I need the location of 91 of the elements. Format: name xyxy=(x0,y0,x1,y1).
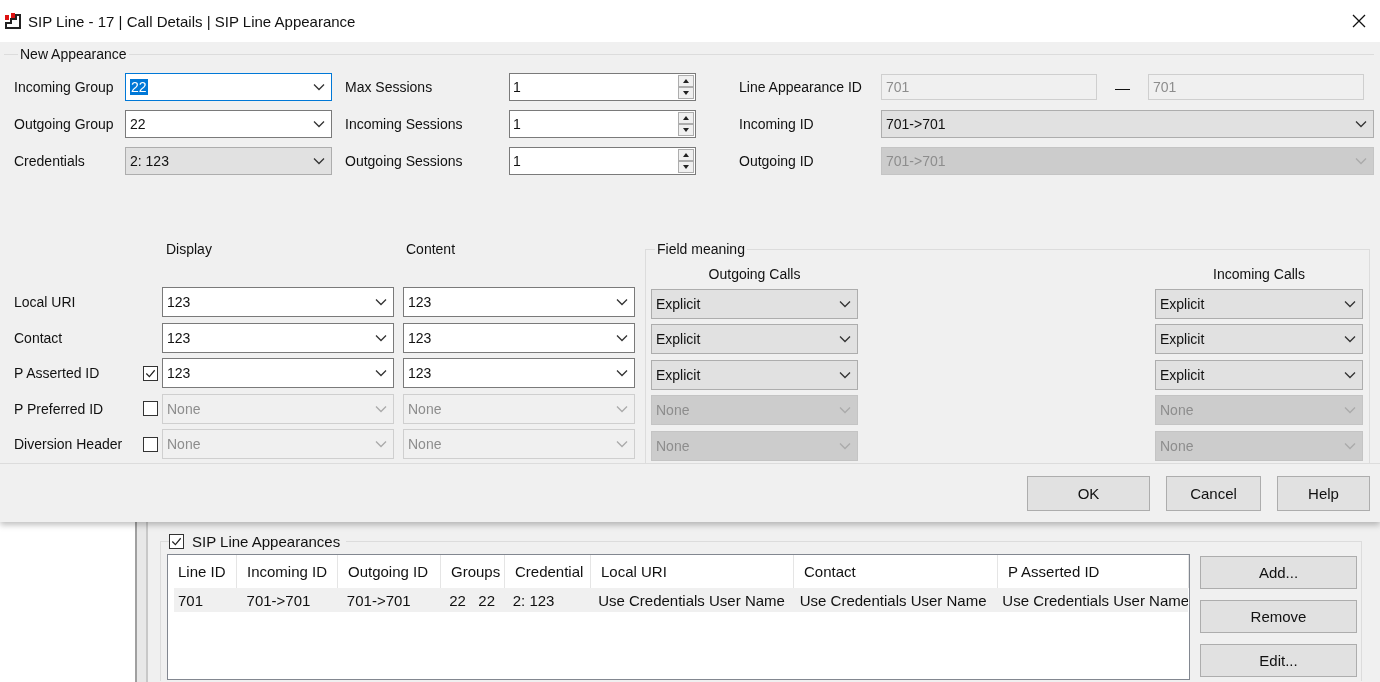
column-label: Incoming Calls xyxy=(1212,266,1306,284)
side-button[interactable]: Add... xyxy=(1200,556,1357,589)
chevron-icon xyxy=(375,440,387,448)
table-cell-text: 701->701 xyxy=(345,590,412,611)
checkbox[interactable] xyxy=(143,365,158,381)
side-button[interactable]: Remove xyxy=(1200,600,1357,633)
dropdown[interactable]: 123 xyxy=(162,358,394,388)
spin-arrows-icon[interactable] xyxy=(678,112,694,136)
chevron-icon xyxy=(1344,335,1356,343)
table-cell-text: Use Credentials User Name xyxy=(1001,590,1188,611)
dialog-button[interactable]: Help xyxy=(1277,476,1370,511)
column-label: Display xyxy=(166,241,213,259)
chevron-icon xyxy=(1344,406,1356,414)
chevron-icon xyxy=(839,335,851,343)
dropdown[interactable]: 22 xyxy=(125,73,332,101)
dropdown[interactable]: 2: 123 xyxy=(125,147,332,175)
chevron-icon xyxy=(1344,299,1356,308)
chevron-icon xyxy=(616,440,628,448)
chevron-icon xyxy=(616,298,628,306)
chevron-icon xyxy=(839,406,851,414)
table-cell-text: 701->701 xyxy=(245,590,312,611)
chevron-icon xyxy=(839,299,851,308)
spin-arrows-icon[interactable] xyxy=(678,75,694,99)
dropdown[interactable]: 123 xyxy=(403,322,635,353)
window-title: SIP Line - 17 | Call Details | SIP Line Appearance xyxy=(28,12,357,30)
chevron-icon xyxy=(839,370,851,379)
column-label: Outgoing Calls xyxy=(707,266,802,284)
field-label: Outgoing Group xyxy=(14,116,115,132)
dropdown[interactable]: Explicit xyxy=(1155,288,1363,319)
chevron-icon xyxy=(1355,157,1367,165)
chevron-icon xyxy=(313,157,325,165)
chevron-icon xyxy=(313,120,325,128)
field-label: Diversion Header xyxy=(14,436,124,452)
field-label: P Asserted ID xyxy=(14,365,101,381)
dropdown[interactable]: Explicit xyxy=(651,288,858,319)
chevron-icon xyxy=(1344,370,1356,379)
range-separator: — xyxy=(1114,78,1131,96)
table-row[interactable]: 701 701->701 701->701 22 22 2: 123 Use Credentials User Name Use Credentials User Name Use Credentials User Name xyxy=(174,588,1188,612)
dropdown[interactable]: 123 xyxy=(403,287,635,317)
number-field[interactable]: 1 xyxy=(509,110,696,138)
spin-arrows-icon[interactable] xyxy=(678,149,694,173)
field-label: Line Appearance ID xyxy=(739,79,863,95)
chevron-icon xyxy=(375,404,387,413)
chevron-icon xyxy=(1344,441,1356,450)
dialog-button[interactable]: OK xyxy=(1027,476,1150,511)
dropdown[interactable]: 123 xyxy=(403,358,635,388)
group-title: New Appearance xyxy=(19,46,128,62)
table-cell-text: 22 22 xyxy=(448,590,497,611)
field-label: Contact xyxy=(14,329,64,346)
table-cell-text: 2: 123 xyxy=(511,590,556,611)
dropdown[interactable]: 123 xyxy=(162,287,394,317)
dropdown[interactable]: 123 xyxy=(162,322,394,353)
chevron-icon xyxy=(375,298,387,306)
field-label: P Preferred ID xyxy=(14,400,105,417)
field-label: Incoming Sessions xyxy=(345,116,464,132)
chevron-icon xyxy=(839,441,851,450)
chevron-icon xyxy=(616,404,628,413)
checkbox[interactable] xyxy=(143,401,158,416)
table-cell-text: 701 xyxy=(177,590,205,611)
table-cell-text: Use Credentials User Name xyxy=(798,590,988,611)
field-label: Incoming Group xyxy=(14,79,115,95)
side-button[interactable]: Edit... xyxy=(1200,644,1357,677)
group-title: SIP Line Appearances xyxy=(192,533,341,550)
column-label: Content xyxy=(406,241,456,259)
chevron-icon xyxy=(375,333,387,342)
field-label: Incoming ID xyxy=(739,116,815,132)
number-field[interactable]: 1 xyxy=(509,73,696,101)
number-field[interactable]: 1 xyxy=(509,147,696,175)
checkbox[interactable] xyxy=(169,534,184,549)
dropdown[interactable]: Explicit xyxy=(1155,359,1363,390)
dropdown[interactable]: Explicit xyxy=(651,324,858,354)
checkbox[interactable] xyxy=(143,436,158,452)
field-label: Credentials xyxy=(14,153,86,169)
chevron-icon xyxy=(313,83,325,91)
field-label: Outgoing Sessions xyxy=(345,153,464,169)
dropdown[interactable]: 701->701 xyxy=(881,110,1374,138)
dropdown[interactable]: Explicit xyxy=(651,359,858,390)
chevron-icon xyxy=(1355,120,1367,128)
field-label: Local URI xyxy=(14,294,77,310)
dropdown[interactable]: 22 xyxy=(125,110,332,138)
dropdown[interactable]: Explicit xyxy=(1155,324,1363,354)
group-title: Field meaning xyxy=(656,241,746,257)
dialog-button[interactable]: Cancel xyxy=(1166,476,1261,511)
table-cell-text: Use Credentials User Name xyxy=(597,590,786,611)
app-icon xyxy=(4,12,22,30)
chevron-icon xyxy=(616,369,628,377)
chevron-icon xyxy=(616,333,628,342)
close-icon[interactable] xyxy=(1352,14,1366,28)
chevron-icon xyxy=(375,369,387,377)
field-label: Outgoing ID xyxy=(739,153,815,169)
field-label: Max Sessions xyxy=(345,79,434,95)
